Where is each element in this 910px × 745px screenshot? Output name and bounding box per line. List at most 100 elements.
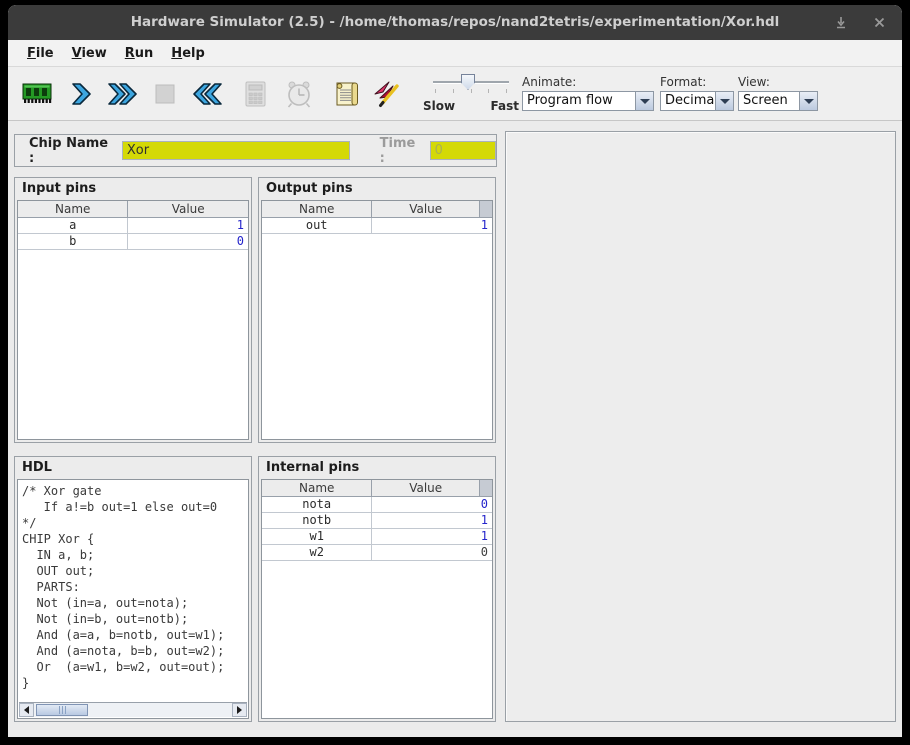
- slider-thumb[interactable]: [461, 74, 475, 90]
- table-row: w2 0: [262, 545, 492, 561]
- internal-pins-panel: Internal pins Name Value nota 0 notb 1 w…: [258, 456, 496, 722]
- stop-icon: [151, 80, 179, 108]
- pin-name: notb: [262, 513, 372, 528]
- screen-display-area: [505, 131, 896, 722]
- chip-name-bar: Chip Name : Xor Time : 0: [14, 134, 497, 167]
- scrollbar-thumb[interactable]: [36, 704, 88, 716]
- column-header-value: Value: [372, 201, 479, 217]
- output-pins-panel: Output pins Name Value out 1: [258, 177, 496, 443]
- app-window: Hardware Simulator (2.5) - /home/thomas/…: [8, 5, 902, 737]
- window-title: Hardware Simulator (2.5) - /home/thomas/…: [8, 5, 902, 40]
- horizontal-scrollbar[interactable]: [19, 702, 247, 717]
- stop-button: [144, 73, 186, 115]
- alarm-clock-icon: [284, 79, 314, 109]
- chip-name-label: Chip Name :: [29, 136, 117, 166]
- slider-fast-label: Fast: [491, 99, 519, 113]
- pin-value: 1: [372, 218, 492, 233]
- animate-value[interactable]: Program flow: [522, 91, 635, 111]
- pin-name: a: [18, 218, 128, 233]
- table-row: nota 0: [262, 497, 492, 513]
- slider-ticks: [435, 89, 507, 93]
- menu-help[interactable]: Help: [162, 43, 213, 64]
- step-forward-icon: [67, 80, 95, 108]
- column-header-name: Name: [18, 201, 128, 217]
- table-header-corner: [479, 480, 492, 496]
- fast-forward-icon: [105, 80, 141, 108]
- hdl-code: /* Xor gate If a!=b out=1 else out=0 */ …: [19, 481, 247, 702]
- breakpoints-button[interactable]: [366, 73, 408, 115]
- iconify-icon[interactable]: [832, 14, 850, 32]
- pin-value[interactable]: 0: [128, 234, 248, 249]
- rewind-icon: [189, 80, 225, 108]
- close-icon[interactable]: [870, 14, 888, 32]
- animate-select[interactable]: Program flow: [522, 91, 654, 111]
- pin-name: nota: [262, 497, 372, 512]
- run-button[interactable]: [102, 73, 144, 115]
- menu-bar: File View Run Help: [8, 40, 902, 67]
- column-header-value: Value: [128, 201, 248, 217]
- animate-label: Animate:: [522, 75, 654, 89]
- input-pins-title: Input pins: [15, 178, 251, 199]
- calculator-icon: [241, 79, 269, 109]
- pin-value[interactable]: 1: [128, 218, 248, 233]
- speed-slider: Slow Fast: [423, 71, 519, 117]
- output-pins-title: Output pins: [259, 178, 495, 199]
- chevron-down-icon[interactable]: [715, 91, 734, 111]
- pin-name: w2: [262, 545, 372, 560]
- chip-icon: [20, 79, 54, 109]
- animate-group: Animate: Program flow: [522, 75, 654, 111]
- format-group: Format: Decimal: [660, 75, 734, 111]
- table-row: a 1: [18, 218, 248, 234]
- clock-button: [278, 73, 320, 115]
- view-select[interactable]: Screen: [738, 91, 818, 111]
- pin-name: w1: [262, 529, 372, 544]
- chevron-down-icon[interactable]: [799, 91, 818, 111]
- output-pins-table: Name Value out 1: [261, 200, 493, 440]
- pin-name: out: [262, 218, 372, 233]
- load-chip-button[interactable]: [16, 73, 58, 115]
- view-hdl-button[interactable]: [326, 73, 368, 115]
- pin-value: 1: [372, 529, 492, 544]
- hdl-panel: HDL /* Xor gate If a!=b out=1 else out=0…: [14, 456, 252, 722]
- menu-file[interactable]: File: [18, 43, 63, 64]
- pin-value: 0: [372, 545, 492, 560]
- input-pins-table: Name Value a 1 b 0: [17, 200, 249, 440]
- hdl-title: HDL: [15, 457, 251, 478]
- view-label: View:: [738, 75, 818, 89]
- script-scroll-icon: [332, 79, 362, 109]
- scroll-left-icon[interactable]: [19, 703, 34, 717]
- internal-pins-title: Internal pins: [259, 457, 495, 478]
- table-row: out 1: [262, 218, 492, 234]
- view-group: View: Screen: [738, 75, 818, 111]
- chip-name-field[interactable]: Xor: [122, 141, 350, 160]
- pin-name: b: [18, 234, 128, 249]
- scroll-right-icon[interactable]: [232, 703, 247, 717]
- table-row: notb 1: [262, 513, 492, 529]
- hdl-viewer: /* Xor gate If a!=b out=1 else out=0 */ …: [17, 479, 249, 719]
- slider-slow-label: Slow: [423, 99, 455, 113]
- column-header-value: Value: [372, 480, 479, 496]
- input-pins-panel: Input pins Name Value a 1 b 0: [14, 177, 252, 443]
- flag-pencil-icon: [372, 79, 402, 109]
- menu-run[interactable]: Run: [116, 43, 163, 64]
- table-row: b 0: [18, 234, 248, 250]
- pin-value: 1: [372, 513, 492, 528]
- calculator-button: [234, 73, 276, 115]
- format-value[interactable]: Decimal: [660, 91, 715, 111]
- time-field: 0: [430, 141, 496, 160]
- internal-pins-table: Name Value nota 0 notb 1 w1 1 w2 0: [261, 479, 493, 719]
- table-header-corner: [479, 201, 492, 217]
- single-step-button[interactable]: [60, 73, 102, 115]
- format-label: Format:: [660, 75, 734, 89]
- time-label: Time :: [380, 136, 425, 166]
- menu-view[interactable]: View: [63, 43, 116, 64]
- format-select[interactable]: Decimal: [660, 91, 734, 111]
- table-row: w1 1: [262, 529, 492, 545]
- reset-button[interactable]: [186, 73, 228, 115]
- pin-value: 0: [372, 497, 492, 512]
- chevron-down-icon[interactable]: [635, 91, 654, 111]
- view-value[interactable]: Screen: [738, 91, 799, 111]
- column-header-name: Name: [262, 480, 372, 496]
- toolbar: Slow Fast Animate: Program flow Format: …: [8, 67, 902, 121]
- column-header-name: Name: [262, 201, 372, 217]
